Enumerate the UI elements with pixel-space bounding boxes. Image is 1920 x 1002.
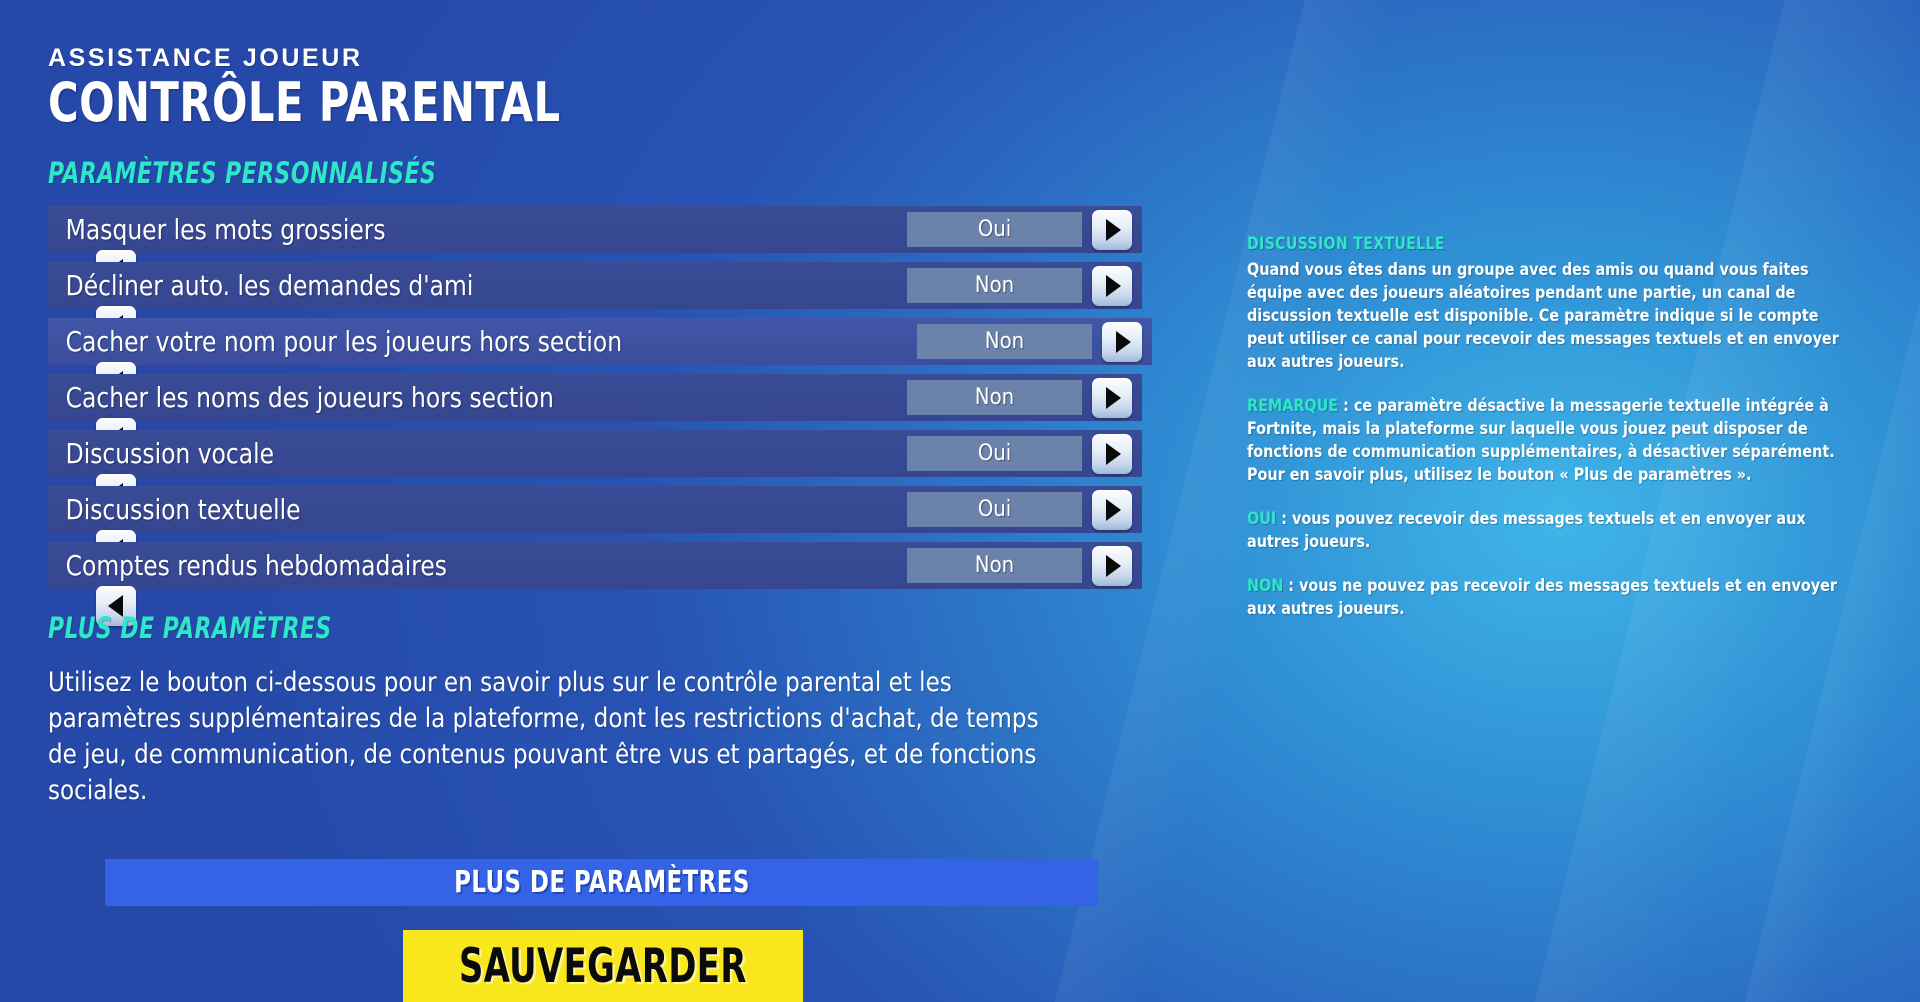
info-panel-title: DISCUSSION TEXTUELLE xyxy=(1247,234,1445,254)
info-no-text: : vous ne pouvez pas recevoir des messag… xyxy=(1247,576,1838,619)
right-arrow-icon[interactable] xyxy=(1092,489,1132,530)
info-panel-no: NON : vous ne pouvez pas recevoir des me… xyxy=(1247,575,1839,621)
setting-label: Cacher les noms des joueurs hors section xyxy=(65,381,554,414)
setting-value[interactable]: Oui xyxy=(907,492,1082,527)
setting-value-selector: Non xyxy=(96,321,1152,402)
setting-label: Comptes rendus hebdomadaires xyxy=(65,549,447,582)
setting-label: Masquer les mots grossiers xyxy=(65,213,386,246)
right-arrow-icon[interactable] xyxy=(1092,377,1132,418)
setting-value-selector: Oui xyxy=(96,433,1142,514)
setting-value-selector: Non xyxy=(96,265,1142,346)
setting-value-selector: Oui xyxy=(96,209,1142,290)
setting-label: Cacher votre nom pour les joueurs hors s… xyxy=(65,325,623,358)
info-panel-description: Quand vous êtes dans un groupe avec des … xyxy=(1247,260,1839,372)
setting-row[interactable]: Discussion textuelle Oui xyxy=(48,486,1142,570)
setting-label: Discussion textuelle xyxy=(65,493,301,526)
setting-value[interactable]: Non xyxy=(907,380,1082,415)
more-settings-button[interactable]: PLUS DE PARAMÈTRES xyxy=(105,859,1098,906)
info-panel-note: REMARQUE : ce paramètre désactive la mes… xyxy=(1247,395,1839,487)
setting-row[interactable]: Comptes rendus hebdomadaires Non xyxy=(48,542,1142,626)
setting-value-selector: Non xyxy=(96,545,1142,626)
setting-value[interactable]: Oui xyxy=(907,436,1082,471)
custom-settings-heading: PARAMÈTRES PERSONNALISÉS xyxy=(48,156,437,190)
setting-value[interactable]: Oui xyxy=(907,212,1082,247)
info-no-keyword: NON xyxy=(1247,576,1284,596)
right-arrow-icon[interactable] xyxy=(1092,265,1132,306)
setting-row[interactable]: Cacher votre nom pour les joueurs hors s… xyxy=(48,318,1152,402)
settings-list: Masquer les mots grossiers Oui Décliner au… xyxy=(48,206,1152,626)
setting-label: Discussion vocale xyxy=(65,437,275,470)
setting-label: Décliner auto. les demandes d'ami xyxy=(65,269,474,302)
page-title: CONTRÔLE PARENTAL xyxy=(48,71,561,134)
setting-value[interactable]: Non xyxy=(907,268,1082,303)
setting-value[interactable]: Non xyxy=(907,548,1082,583)
more-settings-button-label: PLUS DE PARAMÈTRES xyxy=(453,865,750,900)
setting-row[interactable]: Décliner auto. les demandes d'ami Non xyxy=(48,262,1142,346)
info-panel: DISCUSSION TEXTUELLE Quand vous êtes dan… xyxy=(1247,234,1877,621)
setting-row[interactable]: Discussion vocale Oui xyxy=(48,430,1142,514)
right-arrow-icon[interactable] xyxy=(1092,209,1132,250)
setting-row[interactable]: Cacher les noms des joueurs hors section… xyxy=(48,374,1142,458)
info-yes-keyword: OUI xyxy=(1247,509,1277,529)
more-settings-heading: PLUS DE PARAMÈTRES xyxy=(48,611,332,645)
more-settings-description: Utilisez le bouton ci-dessous pour en sa… xyxy=(48,667,1039,806)
info-panel-yes: OUI : vous pouvez recevoir des messages … xyxy=(1247,508,1839,554)
right-arrow-icon[interactable] xyxy=(1092,433,1132,474)
parental-controls-screen: ASSISTANCE JOUEUR CONTRÔLE PARENTAL PARA… xyxy=(0,0,1920,1002)
setting-value-selector: Non xyxy=(96,377,1142,458)
page-eyebrow: ASSISTANCE JOUEUR xyxy=(48,44,363,72)
save-button-label: SAUVEGARDER xyxy=(459,938,747,994)
setting-row[interactable]: Masquer les mots grossiers Oui xyxy=(48,206,1142,290)
setting-value[interactable]: Non xyxy=(917,324,1092,359)
right-arrow-icon[interactable] xyxy=(1102,321,1142,362)
save-button[interactable]: SAUVEGARDER xyxy=(403,930,803,1002)
left-column: ASSISTANCE JOUEUR CONTRÔLE PARENTAL PARA… xyxy=(48,44,1158,809)
right-arrow-icon[interactable] xyxy=(1092,545,1132,586)
setting-value-selector: Oui xyxy=(96,489,1142,570)
info-yes-text: : vous pouvez recevoir des messages text… xyxy=(1247,509,1806,552)
info-note-keyword: REMARQUE xyxy=(1247,396,1339,416)
